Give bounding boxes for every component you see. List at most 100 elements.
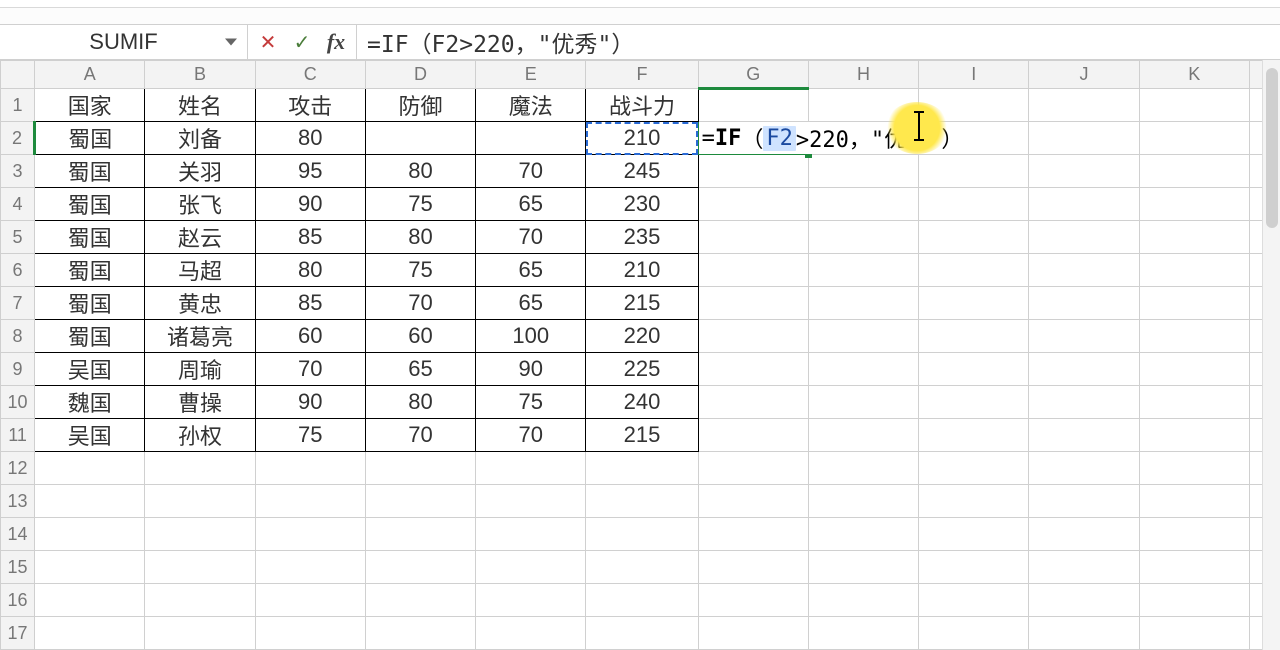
cell-D5[interactable]: 80 [365,221,475,254]
cell-I13[interactable] [919,485,1029,518]
cell-H8[interactable] [808,320,918,353]
cell-H16[interactable] [808,584,918,617]
col-hdr-G[interactable]: G [698,61,808,89]
cell-C15[interactable] [255,551,365,584]
cell-E13[interactable] [476,485,586,518]
select-all-corner[interactable] [1,61,35,89]
cell-B1[interactable]: 姓名 [145,89,255,122]
cell-D17[interactable] [365,617,475,650]
cell-B9[interactable]: 周瑜 [145,353,255,386]
col-hdr-J[interactable]: J [1029,61,1139,89]
cell-B11[interactable]: 孙权 [145,419,255,452]
spreadsheet-grid[interactable]: A B C D E F G H I J K 1国家姓名攻击防御魔法战斗力2蜀国刘… [0,60,1280,650]
cell-F13[interactable] [586,485,698,518]
cell-D3[interactable]: 80 [365,155,475,188]
cell-E8[interactable]: 100 [476,320,586,353]
vertical-scrollbar[interactable] [1262,60,1280,650]
cancel-icon[interactable]: ✕ [254,28,282,56]
cell-E17[interactable] [476,617,586,650]
cell-H3[interactable] [808,155,918,188]
cell-K15[interactable] [1139,551,1249,584]
cell-I7[interactable] [919,287,1029,320]
row-hdr-3[interactable]: 3 [1,155,35,188]
row-hdr-2[interactable]: 2 [1,122,35,155]
cell-D7[interactable]: 70 [365,287,475,320]
cell-C13[interactable] [255,485,365,518]
cell-J4[interactable] [1029,188,1139,221]
cell-C12[interactable] [255,452,365,485]
cell-F6[interactable]: 210 [586,254,698,287]
cell-G13[interactable] [698,485,808,518]
cell-F4[interactable]: 230 [586,188,698,221]
cell-G8[interactable] [698,320,808,353]
row-hdr-14[interactable]: 14 [1,518,35,551]
cell-F17[interactable] [586,617,698,650]
cell-J14[interactable] [1029,518,1139,551]
row-hdr-15[interactable]: 15 [1,551,35,584]
cell-I12[interactable] [919,452,1029,485]
cell-F10[interactable]: 240 [586,386,698,419]
col-hdr-A[interactable]: A [35,61,145,89]
cell-I15[interactable] [919,551,1029,584]
cell-G17[interactable] [698,617,808,650]
name-box[interactable]: SUMIF [6,27,241,57]
cell-J13[interactable] [1029,485,1139,518]
cell-E4[interactable]: 65 [476,188,586,221]
cell-J9[interactable] [1029,353,1139,386]
cell-I10[interactable] [919,386,1029,419]
cell-H13[interactable] [808,485,918,518]
cell-D9[interactable]: 65 [365,353,475,386]
cell-E16[interactable] [476,584,586,617]
cell-K17[interactable] [1139,617,1249,650]
row-hdr-4[interactable]: 4 [1,188,35,221]
scroll-thumb[interactable] [1266,68,1278,228]
col-hdr-D[interactable]: D [365,61,475,89]
cell-H4[interactable] [808,188,918,221]
cell-H5[interactable] [808,221,918,254]
cell-F16[interactable] [586,584,698,617]
cell-K5[interactable] [1139,221,1249,254]
cell-F1[interactable]: 战斗力 [586,89,698,122]
cell-H15[interactable] [808,551,918,584]
cell-B13[interactable] [145,485,255,518]
col-hdr-H[interactable]: H [808,61,918,89]
cell-D16[interactable] [365,584,475,617]
cell-F7[interactable]: 215 [586,287,698,320]
accept-icon[interactable]: ✓ [288,28,316,56]
cell-B2[interactable]: 刘备 [145,122,255,155]
row-hdr-17[interactable]: 17 [1,617,35,650]
row-hdr-6[interactable]: 6 [1,254,35,287]
cell-B8[interactable]: 诸葛亮 [145,320,255,353]
cell-I5[interactable] [919,221,1029,254]
cell-K13[interactable] [1139,485,1249,518]
cell-J11[interactable] [1029,419,1139,452]
row-hdr-1[interactable]: 1 [1,89,35,122]
cell-F3[interactable]: 245 [586,155,698,188]
cell-J2[interactable] [1029,122,1139,155]
cell-A4[interactable]: 蜀国 [35,188,145,221]
cell-H14[interactable] [808,518,918,551]
cell-C7[interactable]: 85 [255,287,365,320]
cell-K14[interactable] [1139,518,1249,551]
cell-E14[interactable] [476,518,586,551]
cell-J16[interactable] [1029,584,1139,617]
cell-D12[interactable] [365,452,475,485]
cell-C3[interactable]: 95 [255,155,365,188]
cell-A16[interactable] [35,584,145,617]
cell-E2[interactable] [476,122,586,155]
row-hdr-13[interactable]: 13 [1,485,35,518]
cell-K1[interactable] [1139,89,1249,122]
cell-J10[interactable] [1029,386,1139,419]
cell-A8[interactable]: 蜀国 [35,320,145,353]
cell-B17[interactable] [145,617,255,650]
cell-D8[interactable]: 60 [365,320,475,353]
cell-I1[interactable] [919,89,1029,122]
cell-J15[interactable] [1029,551,1139,584]
cell-I3[interactable] [919,155,1029,188]
cell-C8[interactable]: 60 [255,320,365,353]
cell-I11[interactable] [919,419,1029,452]
cell-F11[interactable]: 215 [586,419,698,452]
cell-B15[interactable] [145,551,255,584]
cell-D4[interactable]: 75 [365,188,475,221]
col-hdr-C[interactable]: C [255,61,365,89]
